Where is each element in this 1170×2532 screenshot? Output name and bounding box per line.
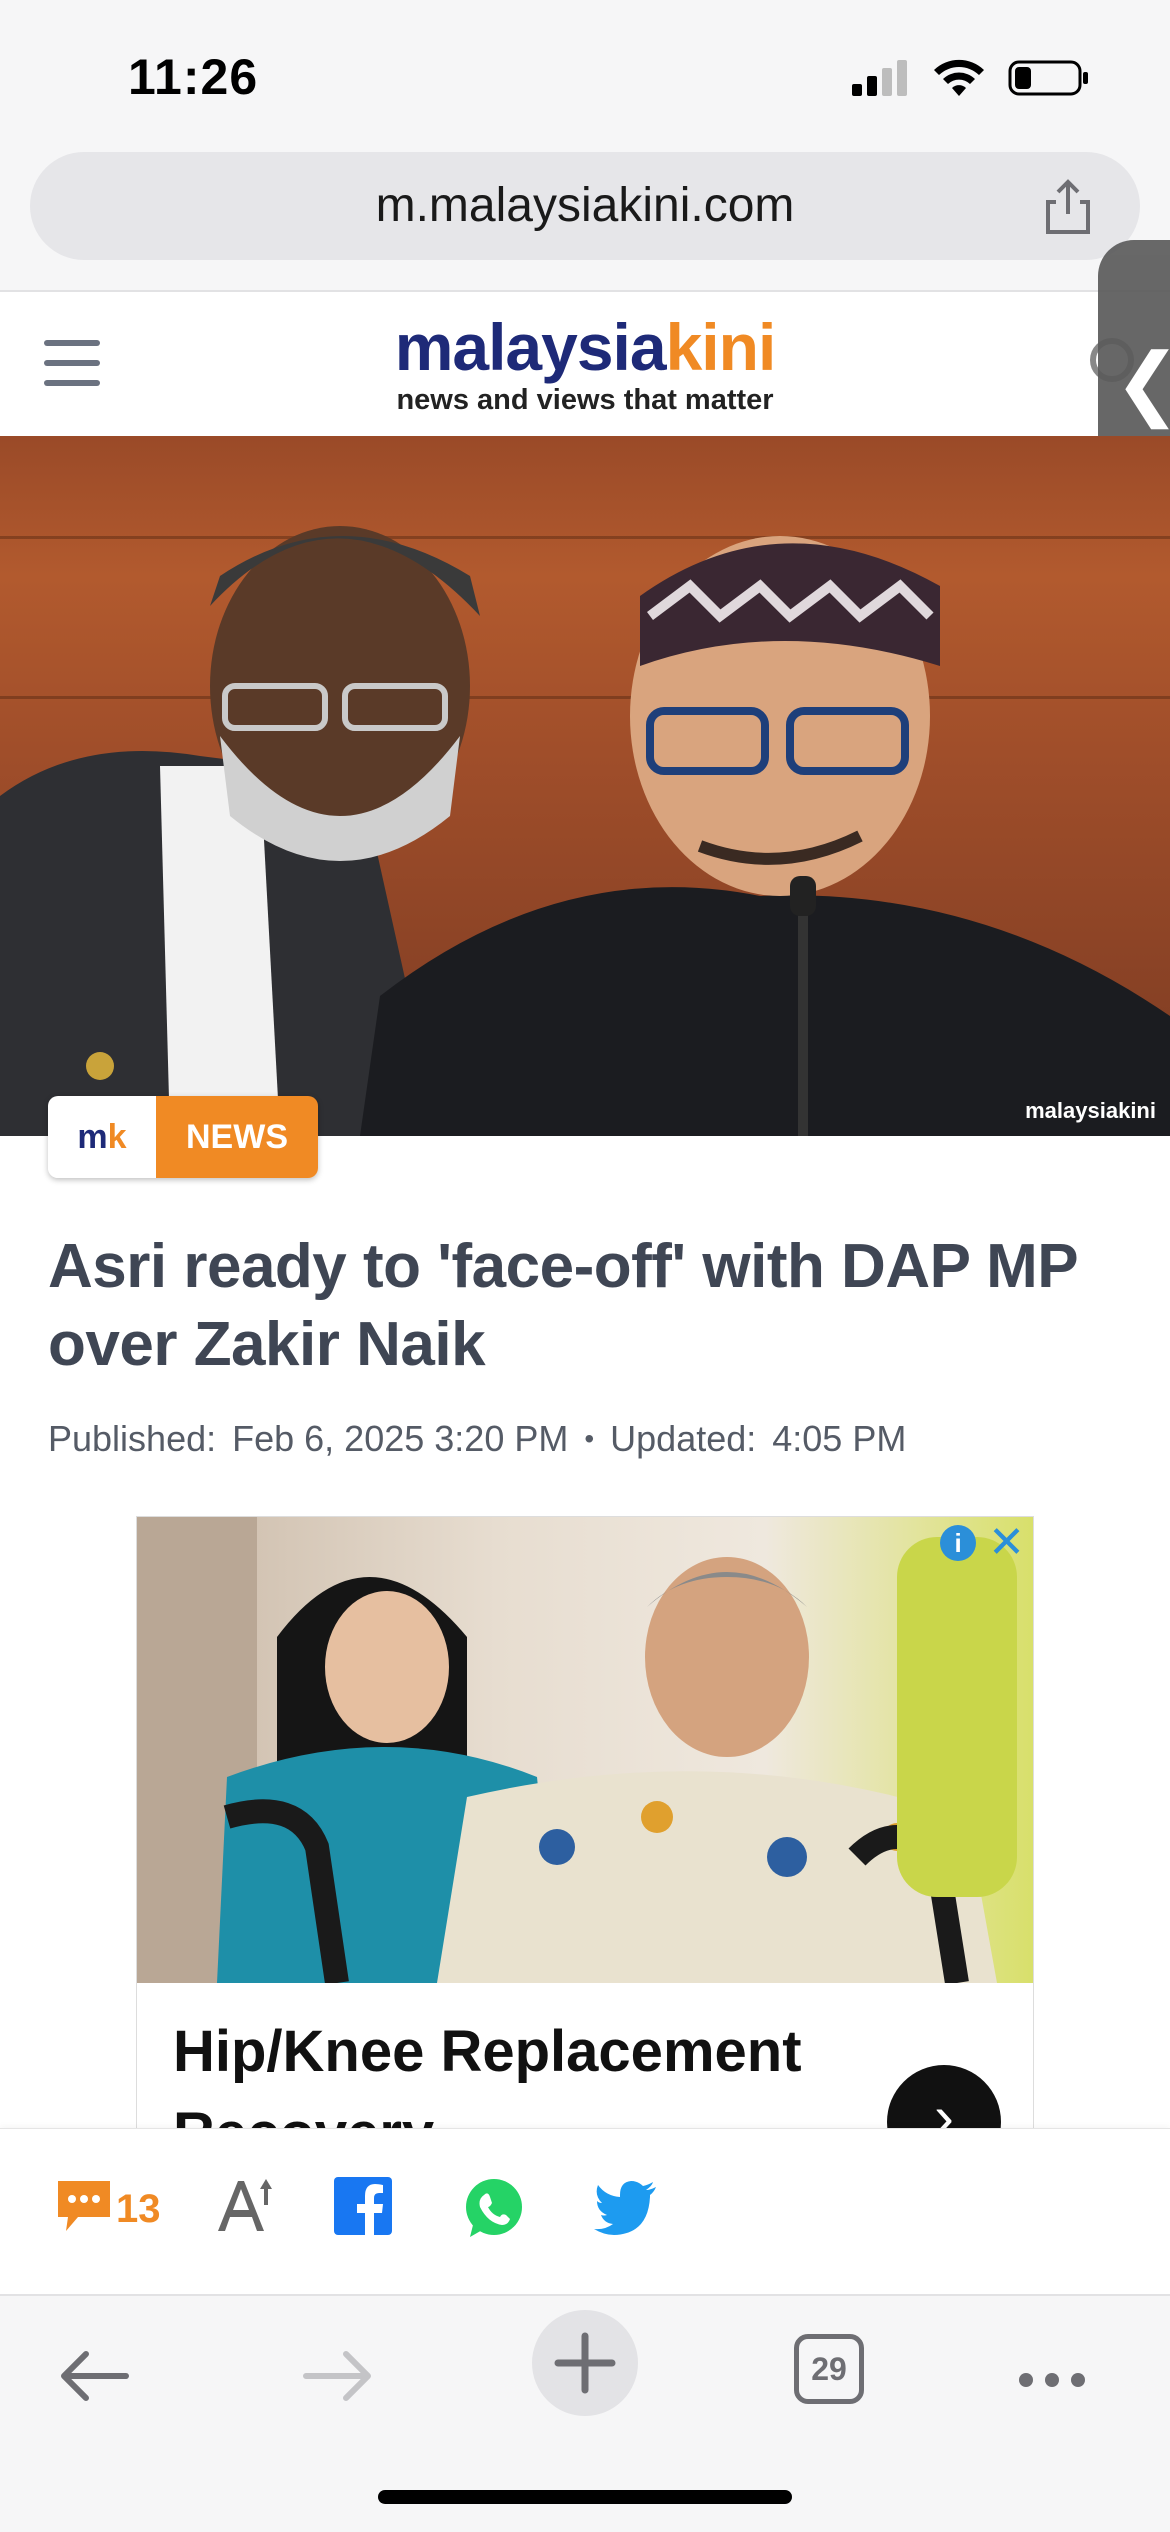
whatsapp-icon[interactable]	[462, 2177, 526, 2241]
published-value: Feb 6, 2025 3:20 PM	[232, 1418, 569, 1459]
published-label: Published:	[48, 1418, 217, 1459]
updated-value: 4:05 PM	[772, 1418, 907, 1459]
article-share-bar: 13	[0, 2128, 1170, 2294]
home-indicator[interactable]	[378, 2490, 792, 2504]
wifi-icon	[934, 59, 984, 96]
hero-illustration	[0, 526, 1170, 1136]
twitter-icon[interactable]	[594, 2181, 658, 2235]
new-tab-button[interactable]	[532, 2310, 638, 2416]
logo-part-2: kini	[665, 310, 777, 384]
meta-separator: •	[584, 1423, 595, 1454]
url-bar[interactable]: m.malaysiakini.com	[30, 152, 1140, 260]
site-header: malaysiakini news and views that matter	[0, 292, 1170, 436]
chevron-left-icon: ❮	[1114, 336, 1170, 429]
badge-logo-b: k	[107, 1117, 127, 1156]
browser-top-area: 11:26 m.malaysiakini.com	[0, 0, 1170, 292]
cellular-signal-icon	[852, 60, 907, 96]
forward-arrow-icon[interactable]	[302, 2348, 374, 2404]
category-label[interactable]: NEWS	[156, 1096, 318, 1178]
ad-image[interactable]: i ✕	[137, 1517, 1033, 1983]
ad-illustration	[137, 1517, 1017, 1983]
article-title: Asri ready to 'face-off' with DAP MP ove…	[48, 1232, 1077, 1379]
more-options-icon[interactable]	[1016, 2370, 1088, 2390]
status-icons	[850, 58, 1090, 98]
updated-label: Updated:	[610, 1418, 757, 1459]
back-arrow-icon[interactable]	[58, 2348, 130, 2404]
logo-tagline: news and views that matter	[396, 384, 774, 416]
comment-count[interactable]: 13	[116, 2187, 161, 2232]
status-time: 11:26	[128, 49, 259, 105]
mk-logo-icon: mk	[48, 1096, 156, 1178]
url-text[interactable]: m.malaysiakini.com	[30, 178, 1140, 233]
hero-image: malaysiakini	[0, 436, 1170, 1136]
article-meta: Published: Feb 6, 2025 3:20 PM • Updated…	[48, 1418, 906, 1460]
plus-icon	[554, 2332, 616, 2394]
advertisement[interactable]: i ✕ Hip/Knee Replacement Recovery ›	[136, 1516, 1034, 2136]
site-logo[interactable]: malaysiakini news and views that matter	[0, 314, 1170, 417]
logo-part-1: malaysia	[394, 310, 667, 384]
share-icon[interactable]	[1038, 176, 1098, 236]
category-badge[interactable]: mk NEWS	[48, 1096, 318, 1178]
ad-title[interactable]: Hip/Knee Replacement Recovery	[173, 2011, 933, 2135]
ad-controls: i ✕	[940, 1521, 1025, 1565]
badge-logo-a: m	[77, 1117, 108, 1156]
battery-icon	[1008, 60, 1088, 96]
comment-icon[interactable]	[54, 2177, 114, 2235]
ad-info-icon[interactable]: i	[940, 1525, 977, 1561]
facebook-icon[interactable]	[334, 2177, 392, 2235]
text-size-icon[interactable]	[214, 2175, 276, 2237]
tab-count-button[interactable]: 29	[794, 2334, 864, 2404]
hero-watermark: malaysiakini	[1025, 1098, 1156, 1123]
ad-close-icon[interactable]: ✕	[988, 1521, 1025, 1565]
